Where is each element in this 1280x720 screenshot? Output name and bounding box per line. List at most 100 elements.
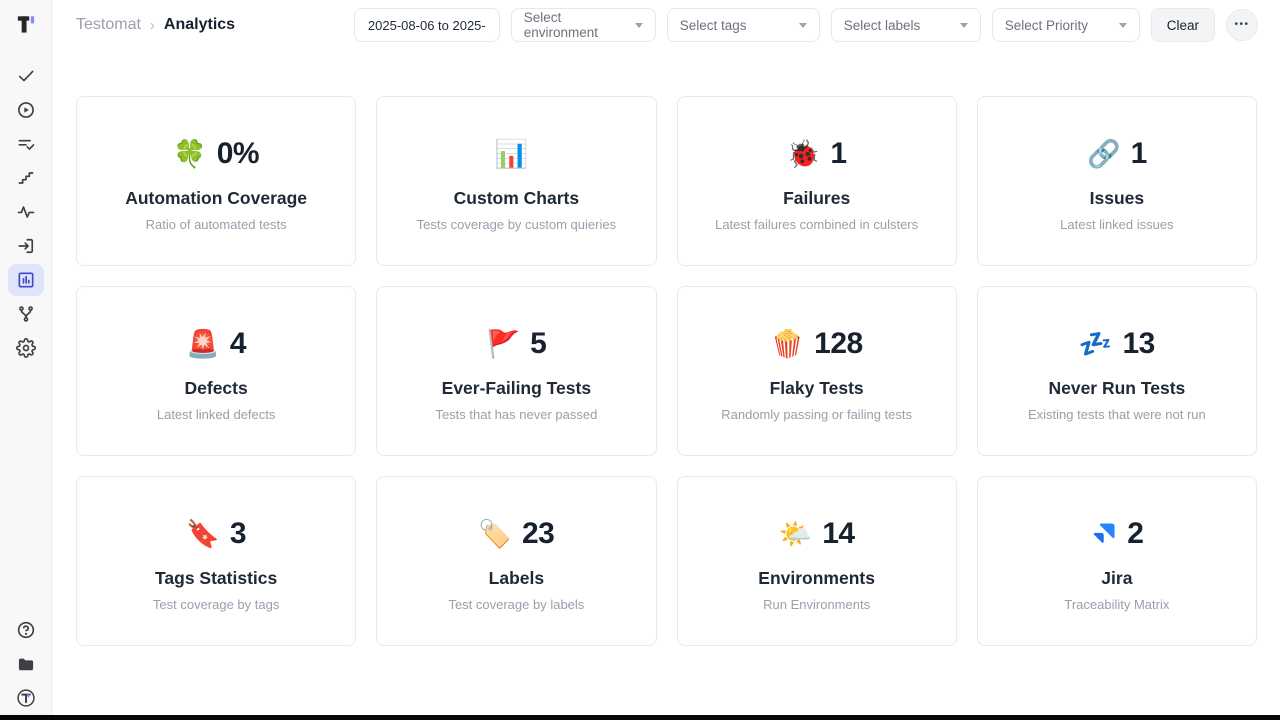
clover-emoji: 🍀 bbox=[173, 141, 207, 168]
card-environments[interactable]: 🌤️ 14 Environments Run Environments bbox=[677, 476, 957, 646]
card-value: 1 bbox=[1131, 137, 1147, 171]
more-options-button[interactable]: ••• bbox=[1226, 9, 1258, 41]
card-value: 5 bbox=[530, 327, 546, 361]
card-value: 14 bbox=[822, 517, 854, 551]
card-value: 13 bbox=[1123, 327, 1155, 361]
card-flaky-tests[interactable]: 🍿 128 Flaky Tests Randomly passing or fa… bbox=[677, 286, 957, 456]
lady-beetle-emoji: 🐞 bbox=[787, 141, 821, 168]
chevron-down-icon bbox=[1119, 23, 1127, 28]
sidebar bbox=[0, 0, 52, 720]
card-value: 2 bbox=[1127, 517, 1143, 551]
labels-select-placeholder: Select labels bbox=[844, 18, 921, 33]
card-jira[interactable]: 2 Jira Traceability Matrix bbox=[977, 476, 1257, 646]
card-subtitle: Randomly passing or failing tests bbox=[678, 407, 956, 422]
sidebar-nav bbox=[8, 60, 44, 364]
card-title: Automation Coverage bbox=[77, 188, 355, 209]
card-value: 128 bbox=[814, 327, 863, 361]
card-failures[interactable]: 🐞 1 Failures Latest failures combined in… bbox=[677, 96, 957, 266]
check-icon[interactable] bbox=[8, 60, 44, 92]
tags-select-placeholder: Select tags bbox=[680, 18, 747, 33]
card-title: Labels bbox=[377, 568, 655, 589]
card-ever-failing-tests[interactable]: 🚩 5 Ever-Failing Tests Tests that has ne… bbox=[376, 286, 656, 456]
date-range-picker[interactable]: 2025-08-06 to 2025- bbox=[354, 8, 500, 42]
card-title: Tags Statistics bbox=[77, 568, 355, 589]
card-value-row: 📊 bbox=[377, 133, 655, 175]
card-issues[interactable]: 🔗 1 Issues Latest linked issues bbox=[977, 96, 1257, 266]
projects-folder-icon[interactable] bbox=[8, 648, 44, 680]
breadcrumb: Testomat › Analytics bbox=[76, 16, 235, 34]
police-light-emoji: 🚨 bbox=[186, 331, 220, 358]
testomat-logo-icon[interactable] bbox=[13, 12, 39, 38]
card-title: Failures bbox=[678, 188, 956, 209]
card-value-row: 💤 13 bbox=[978, 323, 1256, 365]
play-circle-icon[interactable] bbox=[8, 94, 44, 126]
card-subtitle: Tests that has never passed bbox=[377, 407, 655, 422]
card-subtitle: Test coverage by labels bbox=[377, 597, 655, 612]
steps-icon[interactable] bbox=[8, 162, 44, 194]
card-value-row: 🏷️ 23 bbox=[377, 513, 655, 555]
labels-select[interactable]: Select labels bbox=[831, 8, 981, 42]
priority-select-placeholder: Select Priority bbox=[1005, 18, 1088, 33]
label-tag-emoji: 🏷️ bbox=[478, 521, 512, 548]
environment-select[interactable]: Select environment bbox=[511, 8, 656, 42]
card-subtitle: Tests coverage by custom quieries bbox=[377, 217, 655, 232]
branch-icon[interactable] bbox=[8, 298, 44, 330]
card-subtitle: Latest failures combined in culsters bbox=[678, 217, 956, 232]
filter-controls: 2025-08-06 to 2025- Select environment S… bbox=[354, 8, 1258, 42]
red-flag-emoji: 🚩 bbox=[486, 331, 520, 358]
card-subtitle: Ratio of automated tests bbox=[77, 217, 355, 232]
card-tags-statistics[interactable]: 🔖 3 Tags Statistics Test coverage by tag… bbox=[76, 476, 356, 646]
card-title: Flaky Tests bbox=[678, 378, 956, 399]
test-list-icon[interactable] bbox=[8, 128, 44, 160]
card-title: Jira bbox=[978, 568, 1256, 589]
card-value-row: 🚨 4 bbox=[77, 323, 355, 365]
chevron-down-icon bbox=[960, 23, 968, 28]
card-title: Defects bbox=[77, 378, 355, 399]
card-value: 0% bbox=[217, 137, 259, 171]
clear-filters-button[interactable]: Clear bbox=[1151, 8, 1215, 42]
card-value-row: 🔖 3 bbox=[77, 513, 355, 555]
card-subtitle: Traceability Matrix bbox=[978, 597, 1256, 612]
breadcrumb-project[interactable]: Testomat bbox=[76, 16, 141, 34]
settings-gear-icon[interactable] bbox=[8, 332, 44, 364]
chevron-down-icon bbox=[799, 23, 807, 28]
card-subtitle: Latest linked defects bbox=[77, 407, 355, 422]
card-value-row: 🌤️ 14 bbox=[678, 513, 956, 555]
card-subtitle: Latest linked issues bbox=[978, 217, 1256, 232]
card-title: Custom Charts bbox=[377, 188, 655, 209]
bar-chart-emoji: 📊 bbox=[495, 141, 529, 168]
card-value: 23 bbox=[522, 517, 554, 551]
help-icon[interactable] bbox=[8, 614, 44, 646]
card-value-row: 🚩 5 bbox=[377, 323, 655, 365]
analytics-cards-grid: 🍀 0% Automation Coverage Ratio of automa… bbox=[76, 96, 1257, 646]
breadcrumb-separator: › bbox=[150, 17, 155, 34]
card-value: 4 bbox=[230, 327, 246, 361]
priority-select[interactable]: Select Priority bbox=[992, 8, 1140, 42]
activity-icon[interactable] bbox=[8, 196, 44, 228]
card-value-row: 🐞 1 bbox=[678, 133, 956, 175]
page-title: Analytics bbox=[164, 16, 235, 34]
zzz-emoji: 💤 bbox=[1079, 331, 1113, 358]
card-defects[interactable]: 🚨 4 Defects Latest linked defects bbox=[76, 286, 356, 456]
environment-select-placeholder: Select environment bbox=[524, 10, 625, 40]
popcorn-emoji: 🍿 bbox=[771, 331, 805, 358]
card-labels[interactable]: 🏷️ 23 Labels Test coverage by labels bbox=[376, 476, 656, 646]
card-value-row: 🔗 1 bbox=[978, 133, 1256, 175]
header: Testomat › Analytics 2025-08-06 to 2025-… bbox=[52, 0, 1280, 50]
import-icon[interactable] bbox=[8, 230, 44, 262]
card-value-row: 🍿 128 bbox=[678, 323, 956, 365]
card-value-row: 🍀 0% bbox=[77, 133, 355, 175]
card-never-run-tests[interactable]: 💤 13 Never Run Tests Existing tests that… bbox=[977, 286, 1257, 456]
card-title: Issues bbox=[978, 188, 1256, 209]
card-automation-coverage[interactable]: 🍀 0% Automation Coverage Ratio of automa… bbox=[76, 96, 356, 266]
card-value-row: 2 bbox=[978, 513, 1256, 555]
card-title: Ever-Failing Tests bbox=[377, 378, 655, 399]
analytics-icon[interactable] bbox=[8, 264, 44, 296]
card-subtitle: Run Environments bbox=[678, 597, 956, 612]
tags-select[interactable]: Select tags bbox=[667, 8, 820, 42]
testomat-avatar[interactable] bbox=[8, 682, 44, 714]
bookmark-emoji: 🔖 bbox=[186, 521, 220, 548]
chevron-down-icon bbox=[635, 23, 643, 28]
jira-logo bbox=[1090, 521, 1117, 548]
card-custom-charts[interactable]: 📊 Custom Charts Tests coverage by custom… bbox=[376, 96, 656, 266]
